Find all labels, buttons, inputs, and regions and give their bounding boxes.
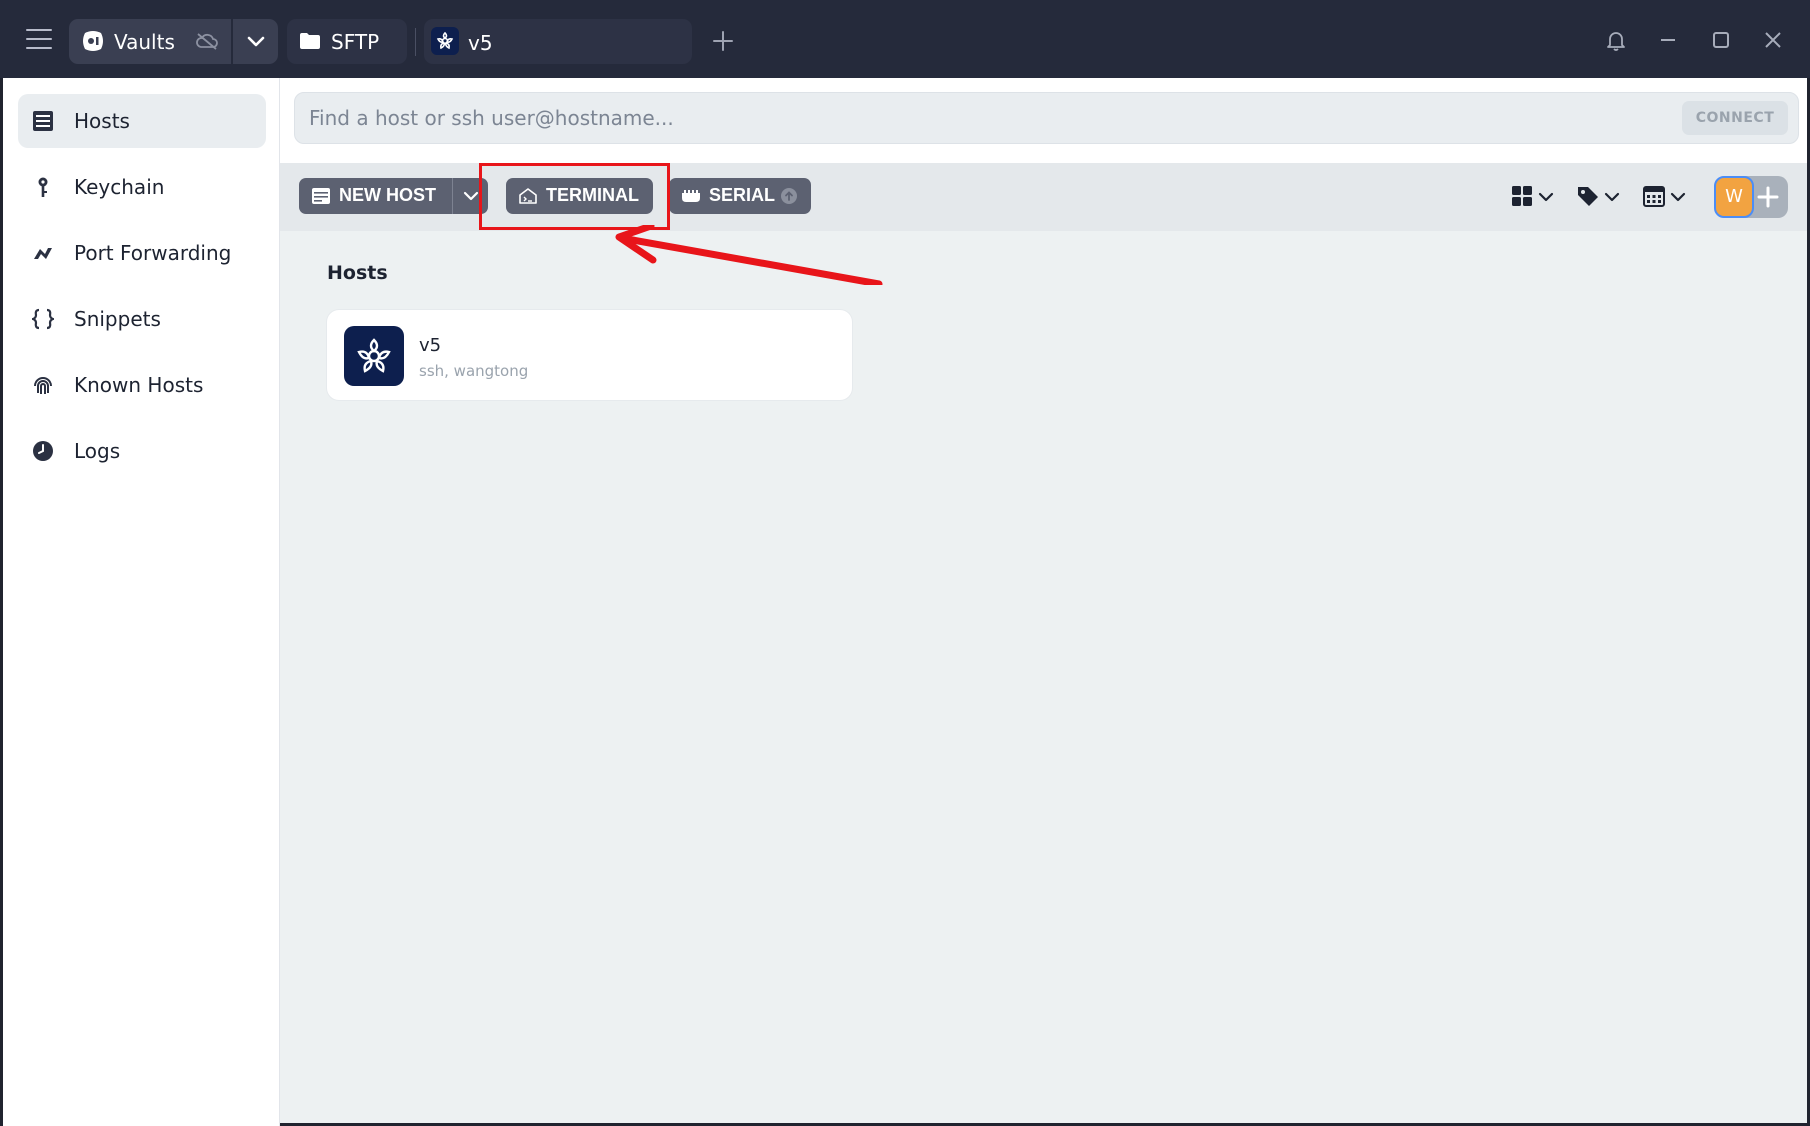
flower-logo-icon [357,338,391,373]
menu-hamburger-icon[interactable] [26,29,52,51]
grid-view-toggle-icon[interactable] [1510,183,1558,211]
flower-logo-icon [436,31,454,50]
chevron-down-icon[interactable] [245,33,267,51]
connect-button[interactable]: CONNECT [1682,101,1788,135]
sftp-tab-label: SFTP [331,30,380,54]
sidebar-item-logs[interactable]: Logs [18,424,266,478]
sidebar-item-label: Known Hosts [74,373,204,397]
sidebar-item-label: Logs [74,439,121,463]
vaults-label: Vaults [114,30,175,54]
hosts-toolbar: NEW HOST TERMINAL SERIAL W [280,163,1807,231]
tab-sftp[interactable]: SFTP [287,19,407,64]
tab-divider [415,28,416,56]
clock-icon [33,441,53,461]
sidebar-item-label: Snippets [74,307,161,331]
sidebar: Hosts Keychain Port Forwarding Snippets [0,78,280,1126]
title-bar: Vaults SFTP v5 [0,0,1810,78]
fingerprint-icon [34,377,52,394]
sidebar-item-port-forwarding[interactable]: Port Forwarding [18,226,266,280]
cloud-off-icon [196,33,218,50]
sidebar-item-label: Port Forwarding [74,241,232,265]
host-card-v5[interactable]: v5 ssh, wangtong [327,310,852,400]
port-forwarding-icon [34,248,52,259]
host-subtitle: ssh, wangtong [419,362,529,380]
serial-button[interactable]: SERIAL [669,178,811,214]
terminal-icon [519,188,537,204]
sidebar-item-snippets[interactable]: Snippets [18,292,266,346]
tag-filter-icon[interactable] [1576,183,1624,211]
serial-port-icon [682,190,700,202]
search-box: CONNECT [294,92,1799,144]
tab-session-v5[interactable]: v5 [424,19,692,64]
sidebar-item-known-hosts[interactable]: Known Hosts [18,358,266,412]
hosts-grid-icon [33,111,53,131]
host-os-badge [431,27,459,55]
new-tab-plus-icon[interactable] [712,30,734,52]
sidebar-item-label: Hosts [74,109,130,133]
serial-label: SERIAL [709,185,776,205]
bell-icon[interactable] [1604,28,1628,52]
hosts-section-title: Hosts [327,262,388,284]
terminal-button[interactable]: TERMINAL [506,178,653,214]
upgrade-arrow-icon [781,188,797,204]
host-search-input[interactable] [309,93,1509,143]
session-tab-label: v5 [468,31,493,55]
vault-logo-icon [83,31,103,51]
user-avatar[interactable]: W [1714,176,1754,218]
new-host-label: NEW HOST [339,185,436,205]
host-icon [344,326,404,386]
curly-braces-icon [32,308,54,330]
chevron-down-icon [463,191,479,201]
search-bar-area: CONNECT [280,78,1807,163]
maximize-icon[interactable] [1709,28,1733,52]
calendar-sort-icon[interactable] [1642,183,1690,211]
main-content: CONNECT NEW HOST [280,78,1810,1126]
new-host-button[interactable]: NEW HOST [299,178,452,214]
sidebar-item-label: Keychain [74,175,165,199]
close-icon[interactable] [1761,28,1785,52]
termius-app-window: Vaults SFTP v5 Hosts Keychain Port Forwa… [0,0,1810,1126]
folder-icon [300,33,320,49]
sidebar-item-hosts[interactable]: Hosts [18,94,266,148]
minimize-icon[interactable] [1656,28,1680,52]
vaults-tab[interactable]: Vaults [69,19,278,64]
new-host-dropdown-toggle[interactable] [452,178,488,214]
sidebar-item-keychain[interactable]: Keychain [18,160,266,214]
key-icon [38,177,48,197]
terminal-label: TERMINAL [546,185,639,205]
host-name: v5 [419,335,442,356]
new-host-server-icon [312,188,330,204]
vaults-separator [231,19,233,64]
